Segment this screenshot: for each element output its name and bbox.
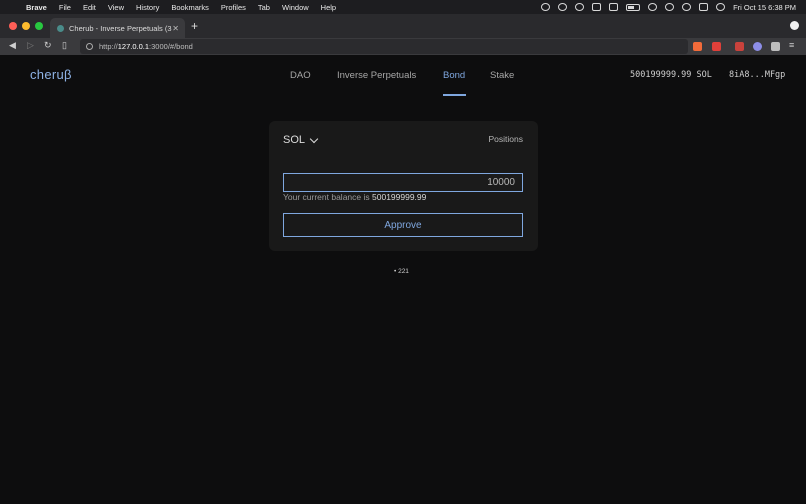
status-circle-icon[interactable] bbox=[575, 3, 585, 11]
nav-stake[interactable]: Stake bbox=[490, 70, 514, 81]
logo[interactable]: cheruβ bbox=[30, 67, 72, 82]
url-host: 127.0.0.1 bbox=[117, 42, 150, 51]
menu-file[interactable]: File bbox=[59, 3, 71, 12]
sol-balance: 500199999.99 SOL bbox=[630, 70, 712, 80]
menu-history[interactable]: History bbox=[136, 3, 159, 12]
address-bar[interactable]: http:// 127.0.0.1 :3000/#/bond bbox=[80, 39, 688, 54]
url-scheme: http:// bbox=[99, 42, 118, 51]
extension-lock-icon[interactable] bbox=[735, 42, 744, 51]
menu-edit[interactable]: Edit bbox=[83, 3, 96, 12]
nav-inverse-perpetuals[interactable]: Inverse Perpetuals bbox=[337, 70, 416, 81]
close-window-button[interactable] bbox=[9, 22, 17, 30]
amount-input[interactable] bbox=[283, 173, 523, 192]
menu-view[interactable]: View bbox=[108, 3, 124, 12]
minimize-window-button[interactable] bbox=[22, 22, 30, 30]
footer-item: • 221 bbox=[394, 268, 409, 275]
back-icon[interactable]: ◀ bbox=[9, 40, 16, 51]
browser-tab[interactable]: Cherub - Inverse Perpetuals (3... ✕ bbox=[50, 18, 185, 38]
reload-icon[interactable]: ↻ bbox=[44, 40, 52, 51]
user-icon[interactable] bbox=[665, 3, 675, 11]
wallet-address-button[interactable]: 8iA8...MFgp bbox=[729, 70, 785, 80]
bond-card: SOL Positions Your current balance is 50… bbox=[269, 121, 538, 251]
current-balance-text: Your current balance is 500199999.99 bbox=[283, 192, 426, 202]
status-app-icon[interactable] bbox=[541, 3, 551, 11]
clock[interactable]: Fri Oct 15 6:38 PM bbox=[733, 3, 796, 12]
brave-shields-icon[interactable] bbox=[693, 42, 702, 51]
extension-wallet-icon[interactable] bbox=[753, 42, 762, 51]
moon-icon[interactable] bbox=[558, 3, 568, 11]
macos-menubar: Brave File Edit View History Bookmarks P… bbox=[0, 0, 806, 14]
nav-bond[interactable]: Bond bbox=[443, 70, 465, 81]
browser-menu-icon[interactable] bbox=[790, 21, 799, 30]
forward-icon[interactable]: ▷ bbox=[27, 40, 34, 51]
wifi-icon[interactable] bbox=[648, 3, 658, 11]
browser-toolbar: ◀ ▷ ↻ ▯ http:// 127.0.0.1 :3000/#/bond ≡ bbox=[0, 38, 806, 55]
page: cheruβ DAO Inverse Perpetuals Bond Stake… bbox=[0, 55, 806, 504]
favicon-icon bbox=[57, 24, 64, 32]
token-label: SOL bbox=[283, 134, 306, 146]
menu-bookmarks[interactable]: Bookmarks bbox=[171, 3, 209, 12]
site-info-icon[interactable] bbox=[86, 43, 93, 50]
extensions-puzzle-icon[interactable] bbox=[771, 42, 780, 51]
menu-window[interactable]: Window bbox=[282, 3, 309, 12]
approve-button[interactable]: Approve bbox=[283, 213, 523, 237]
token-selector[interactable]: SOL bbox=[283, 134, 319, 146]
menu-profiles[interactable]: Profiles bbox=[221, 3, 246, 12]
tab-title: Cherub - Inverse Perpetuals (3... bbox=[69, 23, 173, 33]
search-icon[interactable] bbox=[682, 3, 692, 11]
zoom-window-button[interactable] bbox=[35, 22, 43, 30]
menu-help[interactable]: Help bbox=[321, 3, 336, 12]
menu-app-name[interactable]: Brave bbox=[26, 3, 47, 12]
nav-dao[interactable]: DAO bbox=[290, 70, 311, 81]
tab-close-icon[interactable]: ✕ bbox=[172, 24, 179, 33]
window-controls bbox=[9, 22, 43, 30]
positions-link[interactable]: Positions bbox=[489, 134, 524, 144]
browser-tabbar: Cherub - Inverse Perpetuals (3... ✕ + bbox=[0, 14, 806, 38]
bluetooth-icon[interactable] bbox=[592, 3, 602, 11]
battery-icon[interactable] bbox=[626, 3, 641, 11]
menu-tab[interactable]: Tab bbox=[258, 3, 270, 12]
active-nav-underline bbox=[443, 94, 466, 96]
url-path: :3000/#/bond bbox=[149, 42, 193, 51]
balance-value: 500199999.99 bbox=[372, 192, 427, 202]
hamburger-menu-icon[interactable]: ≡ bbox=[789, 40, 794, 50]
bookmark-icon[interactable]: ▯ bbox=[62, 40, 67, 51]
new-tab-icon[interactable]: + bbox=[191, 19, 198, 33]
keyboard-icon[interactable] bbox=[609, 3, 619, 11]
control-center-icon[interactable] bbox=[699, 3, 709, 11]
chevron-down-icon bbox=[309, 134, 319, 143]
balance-prefix: Your current balance is bbox=[283, 192, 370, 202]
siri-icon[interactable] bbox=[716, 3, 726, 11]
brave-rewards-icon[interactable] bbox=[712, 42, 721, 51]
